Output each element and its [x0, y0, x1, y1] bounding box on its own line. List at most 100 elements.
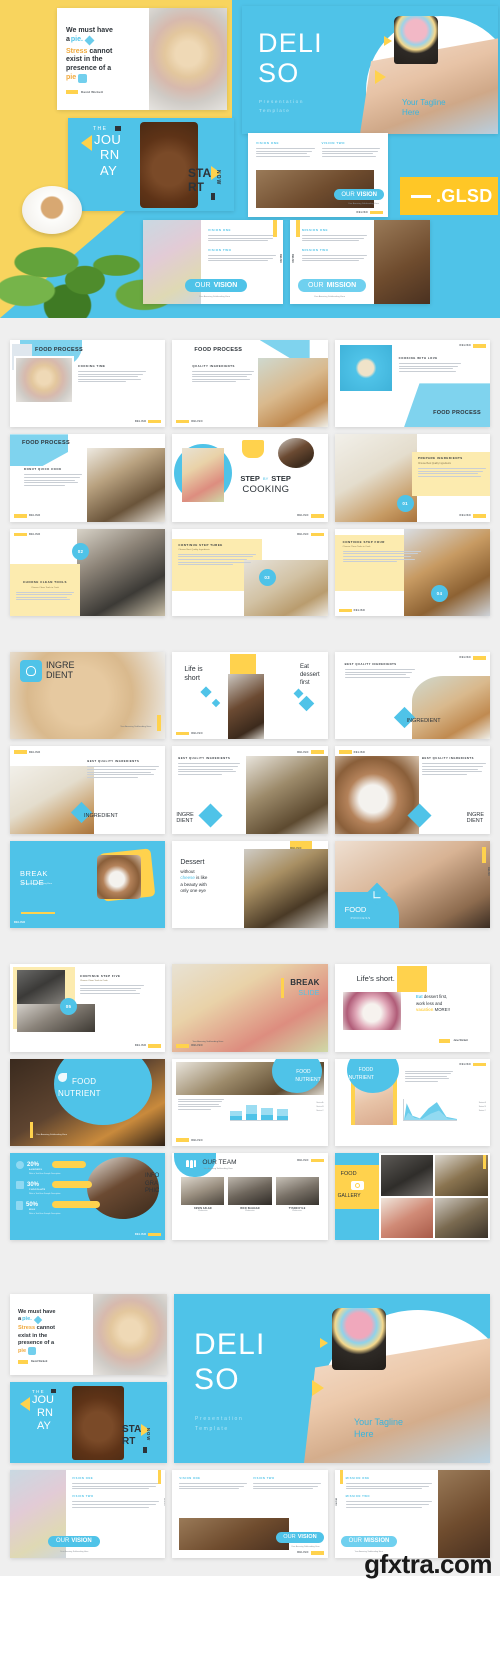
brand-label: DELISO: [459, 514, 471, 518]
slide-vision-top[interactable]: VISION ONE VISION TWO OUR VISION Your Am…: [248, 133, 388, 217]
slide-food-gallery[interactable]: FOOD GALLERY: [334, 1152, 490, 1241]
team-member[interactable]: RICO SIAHAAN Webmaster: [228, 1176, 272, 1212]
brand-label: DELISO: [334, 1498, 337, 1506]
hero-tagline-1: Your Tagline: [402, 98, 446, 107]
slide-choose-clean-tools[interactable]: CHOOSE CLEAN TOOLS Choose Clean Tools to…: [10, 528, 166, 617]
mission-badge-a: OUR: [348, 1538, 362, 1545]
slide-quote-recap[interactable]: We must have a pie. Stress cannot exist …: [10, 1294, 167, 1376]
slide-title-b: DIENT: [466, 818, 484, 825]
slide-food-process-cover[interactable]: FOOD PROCESS DELISO: [334, 840, 490, 929]
slide-photo-2: [17, 1004, 95, 1033]
slide-food-process-quality-ingredients[interactable]: FOOD PROCESS QUALITY INGREDIENTS DELISO: [172, 340, 328, 428]
slide-continue-step-five[interactable]: CONTINUE STEP FIVE Choose Clean Tools to…: [10, 964, 166, 1052]
break-sub: Your Amazing Subheading Here: [21, 882, 53, 885]
slide-body: [87, 766, 160, 778]
slide-lifes-short[interactable]: Life's short. Eat dessert first, work le…: [334, 964, 490, 1052]
gallery-photo[interactable]: [435, 1154, 488, 1196]
life-line-e: first: [299, 679, 310, 686]
brand-bar: [338, 608, 352, 613]
slide-title: FOOD PROCESS: [433, 410, 481, 417]
yellow-bar: [339, 1470, 343, 1485]
diamond-icon: [198, 803, 223, 828]
slide-vision-recap-1[interactable]: VISION ONE VISION TWO DELISO OUR VISION …: [10, 1470, 166, 1558]
team-member[interactable]: KEVIN AZLAN Webmaster: [181, 1176, 225, 1212]
slide-journey[interactable]: THE JOU RN AY STA RT NOW: [68, 118, 234, 211]
slide-continue-step-three[interactable]: CONTINUE STEP THREE Choose Best Quality …: [172, 528, 328, 617]
slide-photo: [10, 766, 94, 834]
slide-food-nutrient-bar-chart[interactable]: FOOD NUTRIENT Series A Series B Series C…: [172, 1058, 328, 1146]
slide-journey-recap[interactable]: THE JOU RN AY STA RT NOW: [10, 1382, 167, 1464]
slide-ingredient-best-quality-3[interactable]: BEST QUALITY INGREDIENTS INGRE DIENT DEL…: [172, 746, 328, 834]
info-desc-3: Write a Text Here Sample Description: [29, 1212, 61, 1215]
slide-ingredient-best-quality-4[interactable]: BEST QUALITY INGREDIENTS INGRE DIENT DEL…: [334, 746, 490, 834]
lifes-headline: Life's short.: [356, 974, 395, 984]
slide-step-by-step-cooking[interactable]: STEP BY STEP COOKING DELISO: [172, 434, 328, 522]
slide-vision-bottom[interactable]: VISION ONE VISION TWO DELISO OUR VISION …: [143, 220, 283, 304]
journey-start-a: STA: [188, 166, 212, 180]
hero-title-line2: SO: [194, 1362, 240, 1396]
info-value-1: 20%: [27, 1161, 40, 1168]
slide-break-slide-macaron[interactable]: BREAK SLIDE Your Amazing Subheading Here…: [172, 964, 328, 1052]
mission-ybar: [296, 220, 300, 237]
slide-dessert-quote[interactable]: Dessert without cheese is like a beauty …: [172, 840, 328, 929]
team-member[interactable]: TYSON KYLE Webmaster: [275, 1176, 319, 1212]
mission-badge: OUR MISSION: [298, 279, 367, 292]
info-title-c: PHIC: [144, 1188, 160, 1195]
slide-continue-step-four[interactable]: CONTINUE STEP FOUR Choose Clean Tools to…: [334, 528, 490, 617]
slide-food-nutrient-area-chart[interactable]: FOOD NUTRIENT Series A Series B Series C…: [334, 1058, 490, 1146]
slide-quote[interactable]: We must have a pie. Stress cannot exist …: [57, 8, 227, 110]
life-line-d: dessert: [299, 671, 320, 678]
gallery-photo[interactable]: [380, 1197, 434, 1239]
slide-title: CHOOSE CLEAN TOOLS: [23, 579, 67, 584]
gallery-photo[interactable]: [380, 1154, 434, 1196]
slide-hero-cover[interactable]: DELI SO Presentation Template Your Tagli…: [242, 6, 498, 134]
slide-mission-recap[interactable]: DELISO MISSION ONE MISSION TWO OUR MISSI…: [334, 1470, 490, 1558]
ingredient-title-b: DIENT: [46, 670, 73, 681]
team-title: OUR TEAM: [202, 1158, 237, 1166]
gallery-photo[interactable]: [435, 1197, 488, 1239]
slide-food-process-cooking-with-love[interactable]: COOKING WITH LOVE FOOD PROCESS DELISO: [334, 340, 490, 428]
legend-item: Series C: [316, 1109, 324, 1112]
slide-ingredient-best-quality-2[interactable]: BEST QUALITY INGREDIENTS INGREDIENT DELI…: [10, 746, 166, 834]
slide-ingredient-best-quality-1[interactable]: BEST QUALITY INGREDIENTS INGREDIENT DELI…: [334, 652, 490, 740]
slide-food-process-cooking-time[interactable]: FOOD PROCESS COOKING TIME DELISO: [10, 340, 166, 428]
brand-label: DELISO: [14, 921, 26, 925]
slide-subtitle: BEST QUALITY INGREDIENTS: [87, 760, 140, 764]
bar-group: [261, 1099, 273, 1120]
brand-label: DELISO: [297, 1551, 309, 1555]
slide-vision-recap-2[interactable]: VISION ONE VISION TWO OUR VISION Your Am…: [172, 1470, 328, 1558]
slide-prepare-ingredients[interactable]: PREPARE INGREDIENTS Choose Best Quality …: [334, 434, 490, 522]
diamond-icon-4: [298, 695, 314, 712]
ingredient-sub: Your Amazing Subheading Here: [120, 726, 152, 729]
brand-label: DELISO: [191, 732, 203, 736]
break-sub: Your Amazing Subheading Here: [192, 1040, 224, 1043]
slide-ingredient-cover[interactable]: INGRE DIENT Your Amazing Subheading Here: [10, 652, 166, 740]
dessert-line-5: only one eye: [180, 888, 206, 894]
slide-food-nutrient-cover[interactable]: FOOD NUTRIENT Your Amazing Subheading He…: [10, 1058, 166, 1146]
slide-our-team[interactable]: OUR TEAM Your Amazing Subheading Here DE…: [172, 1152, 328, 1241]
slide-break-slide-ingredient[interactable]: BREAK SLIDE Your Amazing Subheading Here…: [10, 840, 166, 929]
step-number: 02: [72, 542, 89, 560]
slide-infographic[interactable]: 20% ALMONDS Write a Text Here Sample Des…: [10, 1152, 166, 1241]
info-bar-2: [52, 1180, 92, 1188]
slide-mission-bottom[interactable]: DELISO MISSION ONE MISSION TWO OUR MISSI…: [290, 220, 430, 304]
slide-title: INGREDIENT: [84, 812, 118, 819]
slide-body: [192, 371, 255, 383]
diamond-icon-3: [293, 688, 304, 699]
mission-photo: [437, 1470, 490, 1558]
brand-label: DELISO: [459, 1062, 471, 1066]
quote-line-5: presence of a: [18, 1339, 55, 1346]
author-bar: [18, 1360, 28, 1364]
slide-hero-recap[interactable]: DELI SO Presentation Template Your Tagli…: [174, 1294, 490, 1464]
slide-life-is-short[interactable]: Life is short Eat dessert first DELISO: [172, 652, 328, 740]
vision-badge-b: VISION: [71, 1538, 92, 1545]
legend-item: Series C: [478, 1109, 486, 1112]
brand-bar: [310, 514, 324, 518]
chart-body-text: [178, 1098, 225, 1112]
slide-food-process-donut-quick-cook[interactable]: FOOD PROCESS DONUT QUICK COOK DELISO: [10, 434, 166, 522]
recap-left-col: We must have a pie. Stress cannot exist …: [10, 1294, 167, 1464]
info-value-3: 50%: [26, 1202, 39, 1209]
slide-title: CONTINUE STEP THREE: [178, 542, 223, 547]
journey-bar-icon: [211, 193, 215, 200]
slide-title: CONTINUE STEP FIVE: [80, 974, 121, 979]
